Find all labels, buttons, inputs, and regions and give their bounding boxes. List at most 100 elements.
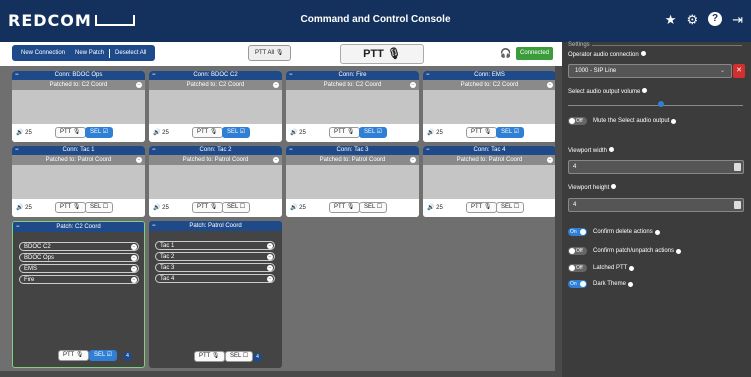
deselect-all-button[interactable]: Deselect All	[110, 50, 151, 56]
minimize-icon[interactable]: −	[152, 146, 156, 155]
info-icon[interactable]	[611, 184, 617, 189]
volume-indicator[interactable]: 🔊 25	[290, 204, 306, 211]
audio-connection-select[interactable]: 1000 - SIP Line ⌄	[568, 64, 732, 78]
remove-icon[interactable]: −	[131, 255, 137, 261]
connection-card[interactable]: − Conn: EMS Patched to: C2 Coord − 🔊 25 PT…	[423, 71, 556, 142]
connection-header[interactable]: − Conn: BDOC C2	[149, 71, 282, 80]
volume-indicator[interactable]: 🔊 25	[427, 204, 443, 211]
viewport-height-input[interactable]: 4	[568, 198, 744, 212]
connection-card[interactable]: − Conn: Tac 2 Patched to: Patrol Coord − 🔊…	[149, 146, 282, 217]
select-button[interactable]: SEL ☐	[359, 202, 388, 213]
connection-card[interactable]: − Conn: Fire Patched to: C2 Coord − 🔊 25 P…	[286, 71, 419, 142]
unpatch-icon[interactable]: −	[547, 82, 553, 88]
unpatch-icon[interactable]: −	[410, 157, 416, 163]
minimize-icon[interactable]: −	[152, 71, 156, 80]
minimize-icon[interactable]: −	[15, 146, 19, 155]
unpatch-icon[interactable]: −	[273, 82, 279, 88]
unpatch-icon[interactable]: −	[273, 157, 279, 163]
select-button[interactable]: SEL ☐	[496, 202, 525, 213]
ptt-button[interactable]: PTT 🎙	[466, 202, 497, 213]
connection-header[interactable]: − Conn: Tac 3	[286, 146, 419, 155]
connection-header[interactable]: − Conn: Tac 1	[12, 146, 145, 155]
select-button[interactable]: SEL ☑	[359, 127, 388, 138]
new-connection-button[interactable]: New Connection	[16, 50, 70, 56]
confirm-patch-toggle[interactable]: Off	[568, 247, 587, 255]
info-icon[interactable]	[629, 265, 635, 271]
patch-member[interactable]: Tac 4−	[155, 274, 275, 283]
volume-indicator[interactable]: 🔊 25	[16, 204, 32, 211]
volume-slider[interactable]	[568, 105, 743, 106]
patch-member[interactable]: BDOC Ops −	[19, 253, 139, 262]
ptt-button[interactable]: PTT 🎙	[192, 127, 223, 138]
ptt-button[interactable]: PTT 🎙	[329, 127, 360, 138]
minimize-icon[interactable]: −	[426, 71, 430, 80]
patch-card[interactable]: − Patch: Patrol Coord Tac 1− Tac 2− Tac 3− T…	[149, 221, 282, 368]
remove-icon[interactable]: −	[131, 244, 137, 250]
ptt-button[interactable]: PTT 🎙	[192, 202, 223, 213]
minimize-icon[interactable]: −	[16, 222, 20, 232]
ptt-button[interactable]: PTT 🎙	[194, 351, 225, 362]
patch-member[interactable]: Tac 3−	[155, 263, 275, 272]
info-icon[interactable]	[654, 229, 660, 235]
patch-member[interactable]: EMS −	[19, 264, 139, 273]
connection-header[interactable]: − Conn: BDOC Ops	[12, 71, 145, 80]
help-icon[interactable]: ?	[708, 12, 723, 26]
confirm-delete-toggle[interactable]: On	[568, 228, 587, 236]
info-icon[interactable]	[640, 51, 646, 56]
remove-icon[interactable]: −	[267, 243, 273, 249]
patch-card[interactable]: − Patch: C2 Coord BDOC C2− BDOC Ops − EMS − Fi…	[12, 221, 145, 368]
latched-ptt-toggle[interactable]: Off	[568, 264, 587, 272]
unpatch-icon[interactable]: −	[410, 82, 416, 88]
ptt-button[interactable]: PTT 🎙	[58, 350, 89, 361]
horizontal-scrollbar[interactable]	[0, 371, 562, 377]
select-button[interactable]: SEL ☑	[85, 127, 114, 138]
remove-icon[interactable]: −	[267, 276, 273, 282]
remove-icon[interactable]: −	[267, 254, 273, 260]
select-button[interactable]: SEL ☐	[225, 351, 254, 362]
ptt-button[interactable]: PTT 🎙	[55, 127, 86, 138]
remove-icon[interactable]: −	[267, 265, 273, 271]
connection-header[interactable]: − Conn: Tac 4	[423, 146, 556, 155]
patch-header[interactable]: − Patch: C2 Coord	[13, 222, 144, 232]
patch-header[interactable]: − Patch: Patrol Coord	[149, 221, 282, 231]
unpatch-icon[interactable]: −	[547, 157, 553, 163]
select-button[interactable]: SEL ☐	[222, 202, 251, 213]
patch-member[interactable]: Fire −	[19, 275, 139, 284]
connection-card[interactable]: − Conn: BDOC Ops Patched to: C2 Coord − 🔊 …	[12, 71, 145, 142]
minimize-icon[interactable]: −	[426, 146, 430, 155]
info-icon[interactable]	[676, 248, 682, 254]
info-icon[interactable]	[627, 281, 633, 287]
ptt-all-button[interactable]: PTT All 🎙	[248, 45, 291, 61]
vertical-scrollbar[interactable]	[555, 66, 562, 371]
patch-member[interactable]: Tac 1−	[155, 241, 275, 250]
info-icon[interactable]	[671, 118, 677, 124]
select-button[interactable]: SEL ☑	[89, 350, 118, 361]
connection-header[interactable]: − Conn: EMS	[423, 71, 556, 80]
volume-indicator[interactable]: 🔊 25	[16, 129, 32, 136]
logout-icon[interactable]: ⇥	[732, 12, 743, 28]
gear-icon[interactable]: ⚙	[686, 12, 698, 28]
patch-member[interactable]: BDOC C2−	[19, 242, 139, 251]
mute-toggle[interactable]: Off	[568, 117, 587, 125]
ptt-button[interactable]: PTT 🎙	[55, 202, 86, 213]
connection-header[interactable]: − Conn: Tac 2	[149, 146, 282, 155]
unpatch-icon[interactable]: −	[136, 157, 142, 163]
volume-indicator[interactable]: 🔊 25	[153, 204, 169, 211]
connection-card[interactable]: − Conn: Tac 4 Patched to: Patrol Coord − 🔊…	[423, 146, 556, 217]
viewport-width-input[interactable]: 4	[568, 160, 744, 174]
star-icon[interactable]: ★	[665, 12, 677, 28]
ptt-button[interactable]: PTT 🎙	[329, 202, 360, 213]
volume-slider-knob[interactable]	[657, 101, 664, 107]
ptt-main-button[interactable]: PTT 🎙	[340, 44, 424, 64]
ptt-button[interactable]: PTT 🎙	[466, 127, 497, 138]
select-button[interactable]: SEL ☑	[496, 127, 525, 138]
spinner-icon[interactable]	[734, 201, 741, 209]
dark-theme-toggle[interactable]: On	[568, 280, 587, 288]
new-patch-button[interactable]: New Patch	[70, 50, 109, 56]
select-button[interactable]: SEL ☐	[85, 202, 114, 213]
connection-card[interactable]: − Conn: BDOC C2 Patched to: C2 Coord − 🔊 2…	[149, 71, 282, 142]
connection-card[interactable]: − Conn: Tac 1 Patched to: Patrol Coord − 🔊…	[12, 146, 145, 217]
info-icon[interactable]	[608, 147, 614, 152]
remove-icon[interactable]: −	[131, 277, 137, 283]
minimize-icon[interactable]: −	[289, 146, 293, 155]
